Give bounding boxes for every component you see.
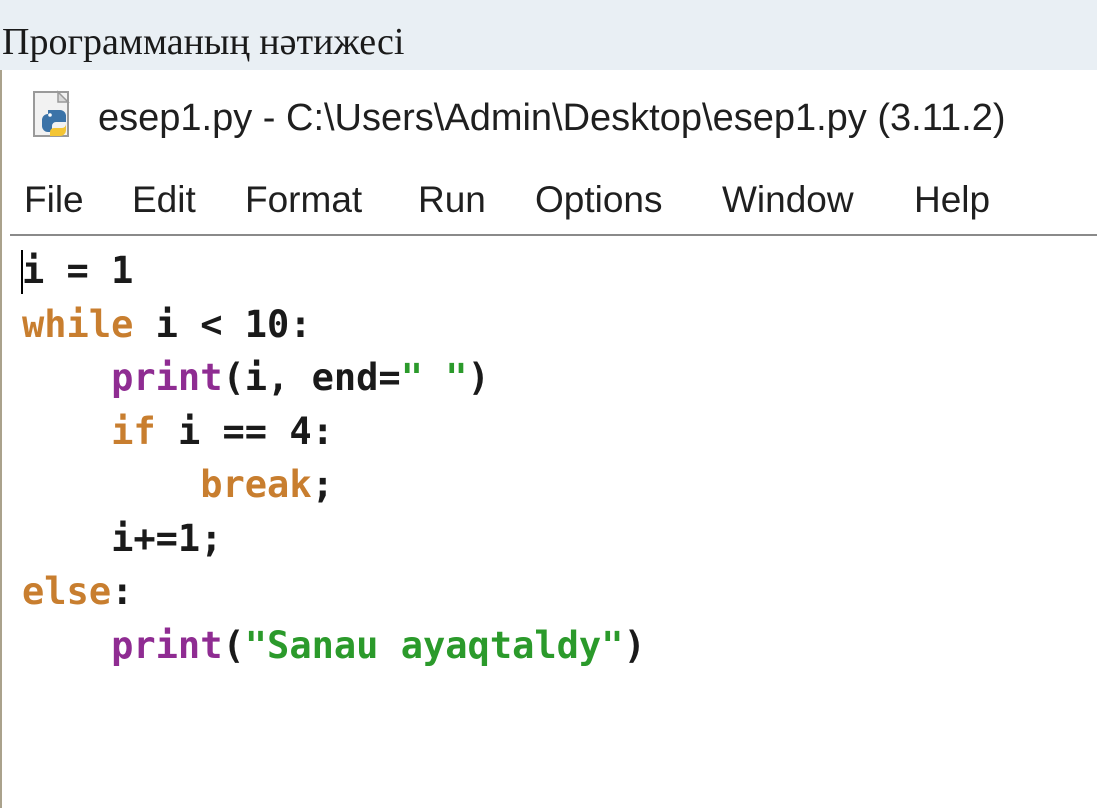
menu-bar: File Edit Format Run Options Window Help [2, 170, 1097, 232]
code-line[interactable]: if i == 4: [22, 405, 646, 459]
menu-file[interactable]: File [24, 176, 84, 224]
code-line[interactable]: i+=1; [22, 512, 646, 566]
code-line[interactable]: print("Sanau ayaqtaldy") [22, 619, 646, 673]
builtin-token: print [111, 623, 223, 667]
code-text[interactable]: i = 1 while i < 10: print(i, end=" ") if … [22, 244, 646, 672]
code-token: i+=1; [22, 516, 223, 560]
code-token: i = 1 [22, 249, 134, 292]
menu-run[interactable]: Run [418, 176, 486, 224]
keyword-token: if [111, 409, 156, 453]
builtin-token: print [111, 356, 223, 399]
code-line[interactable]: print(i, end=" ") [22, 351, 646, 405]
string-token: "Sanau ayaqtaldy" [244, 623, 624, 667]
code-line[interactable]: i = 1 [22, 244, 646, 298]
string-token: " " [400, 356, 468, 399]
document-caption: Программаның нәтижесі [2, 21, 405, 63]
code-token: i == 4: [155, 409, 334, 453]
menu-format[interactable]: Format [245, 176, 362, 224]
keyword-token: break [200, 463, 312, 506]
python-file-icon [33, 90, 70, 137]
code-token: (i, end= [222, 356, 401, 399]
code-token: ) [623, 623, 646, 667]
code-token: i < 10: [133, 302, 312, 346]
code-line[interactable]: else: [22, 565, 646, 619]
keyword-token: else [22, 570, 112, 613]
menu-window[interactable]: Window [722, 176, 854, 224]
window-titlebar: esep1.py - C:\Users\Admin\Desktop\esep1.… [2, 70, 1097, 166]
menu-options[interactable]: Options [535, 176, 663, 224]
keyword-token: while [22, 302, 134, 346]
idle-editor-window: esep1.py - C:\Users\Admin\Desktop\esep1.… [0, 70, 1097, 808]
menu-help[interactable]: Help [914, 176, 990, 224]
menu-edit[interactable]: Edit [132, 176, 196, 224]
code-line[interactable]: break; [22, 458, 646, 512]
code-token: ; [311, 463, 334, 506]
code-token: : [111, 570, 134, 613]
code-line[interactable]: while i < 10: [22, 298, 646, 352]
code-token: ( [222, 623, 245, 667]
window-title: esep1.py - C:\Users\Admin\Desktop\esep1.… [98, 97, 1006, 139]
text-cursor [21, 250, 23, 294]
code-token: ) [467, 356, 490, 399]
code-editor[interactable]: i = 1 while i < 10: print(i, end=" ") if … [10, 236, 1097, 808]
